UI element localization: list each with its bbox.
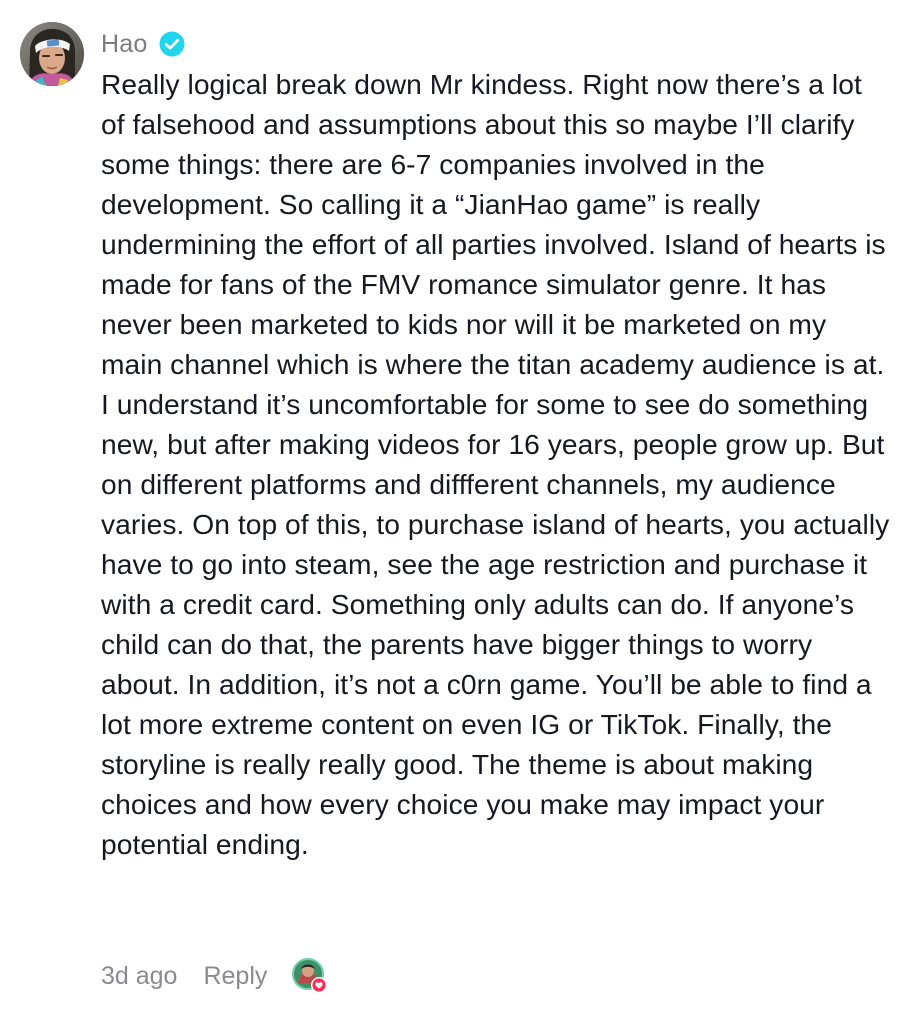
reply-button[interactable]: Reply (203, 962, 267, 991)
author-avatar[interactable] (20, 22, 84, 86)
comment-item: Hao Really logical break down Mr kindess… (0, 0, 914, 1012)
verified-badge-icon (159, 31, 185, 57)
comment-body: Hao Really logical break down Mr kindess… (101, 26, 891, 864)
author-name[interactable]: Hao (101, 30, 147, 59)
comment-timestamp: 3d ago (101, 961, 178, 990)
comment-meta: 3d ago Reply (101, 955, 329, 997)
avatar-image (20, 22, 84, 86)
creator-liked-heart-icon (291, 957, 329, 995)
author-row: Hao (101, 26, 891, 62)
comment-text: Really logical break down Mr kindess. Ri… (101, 68, 890, 860)
